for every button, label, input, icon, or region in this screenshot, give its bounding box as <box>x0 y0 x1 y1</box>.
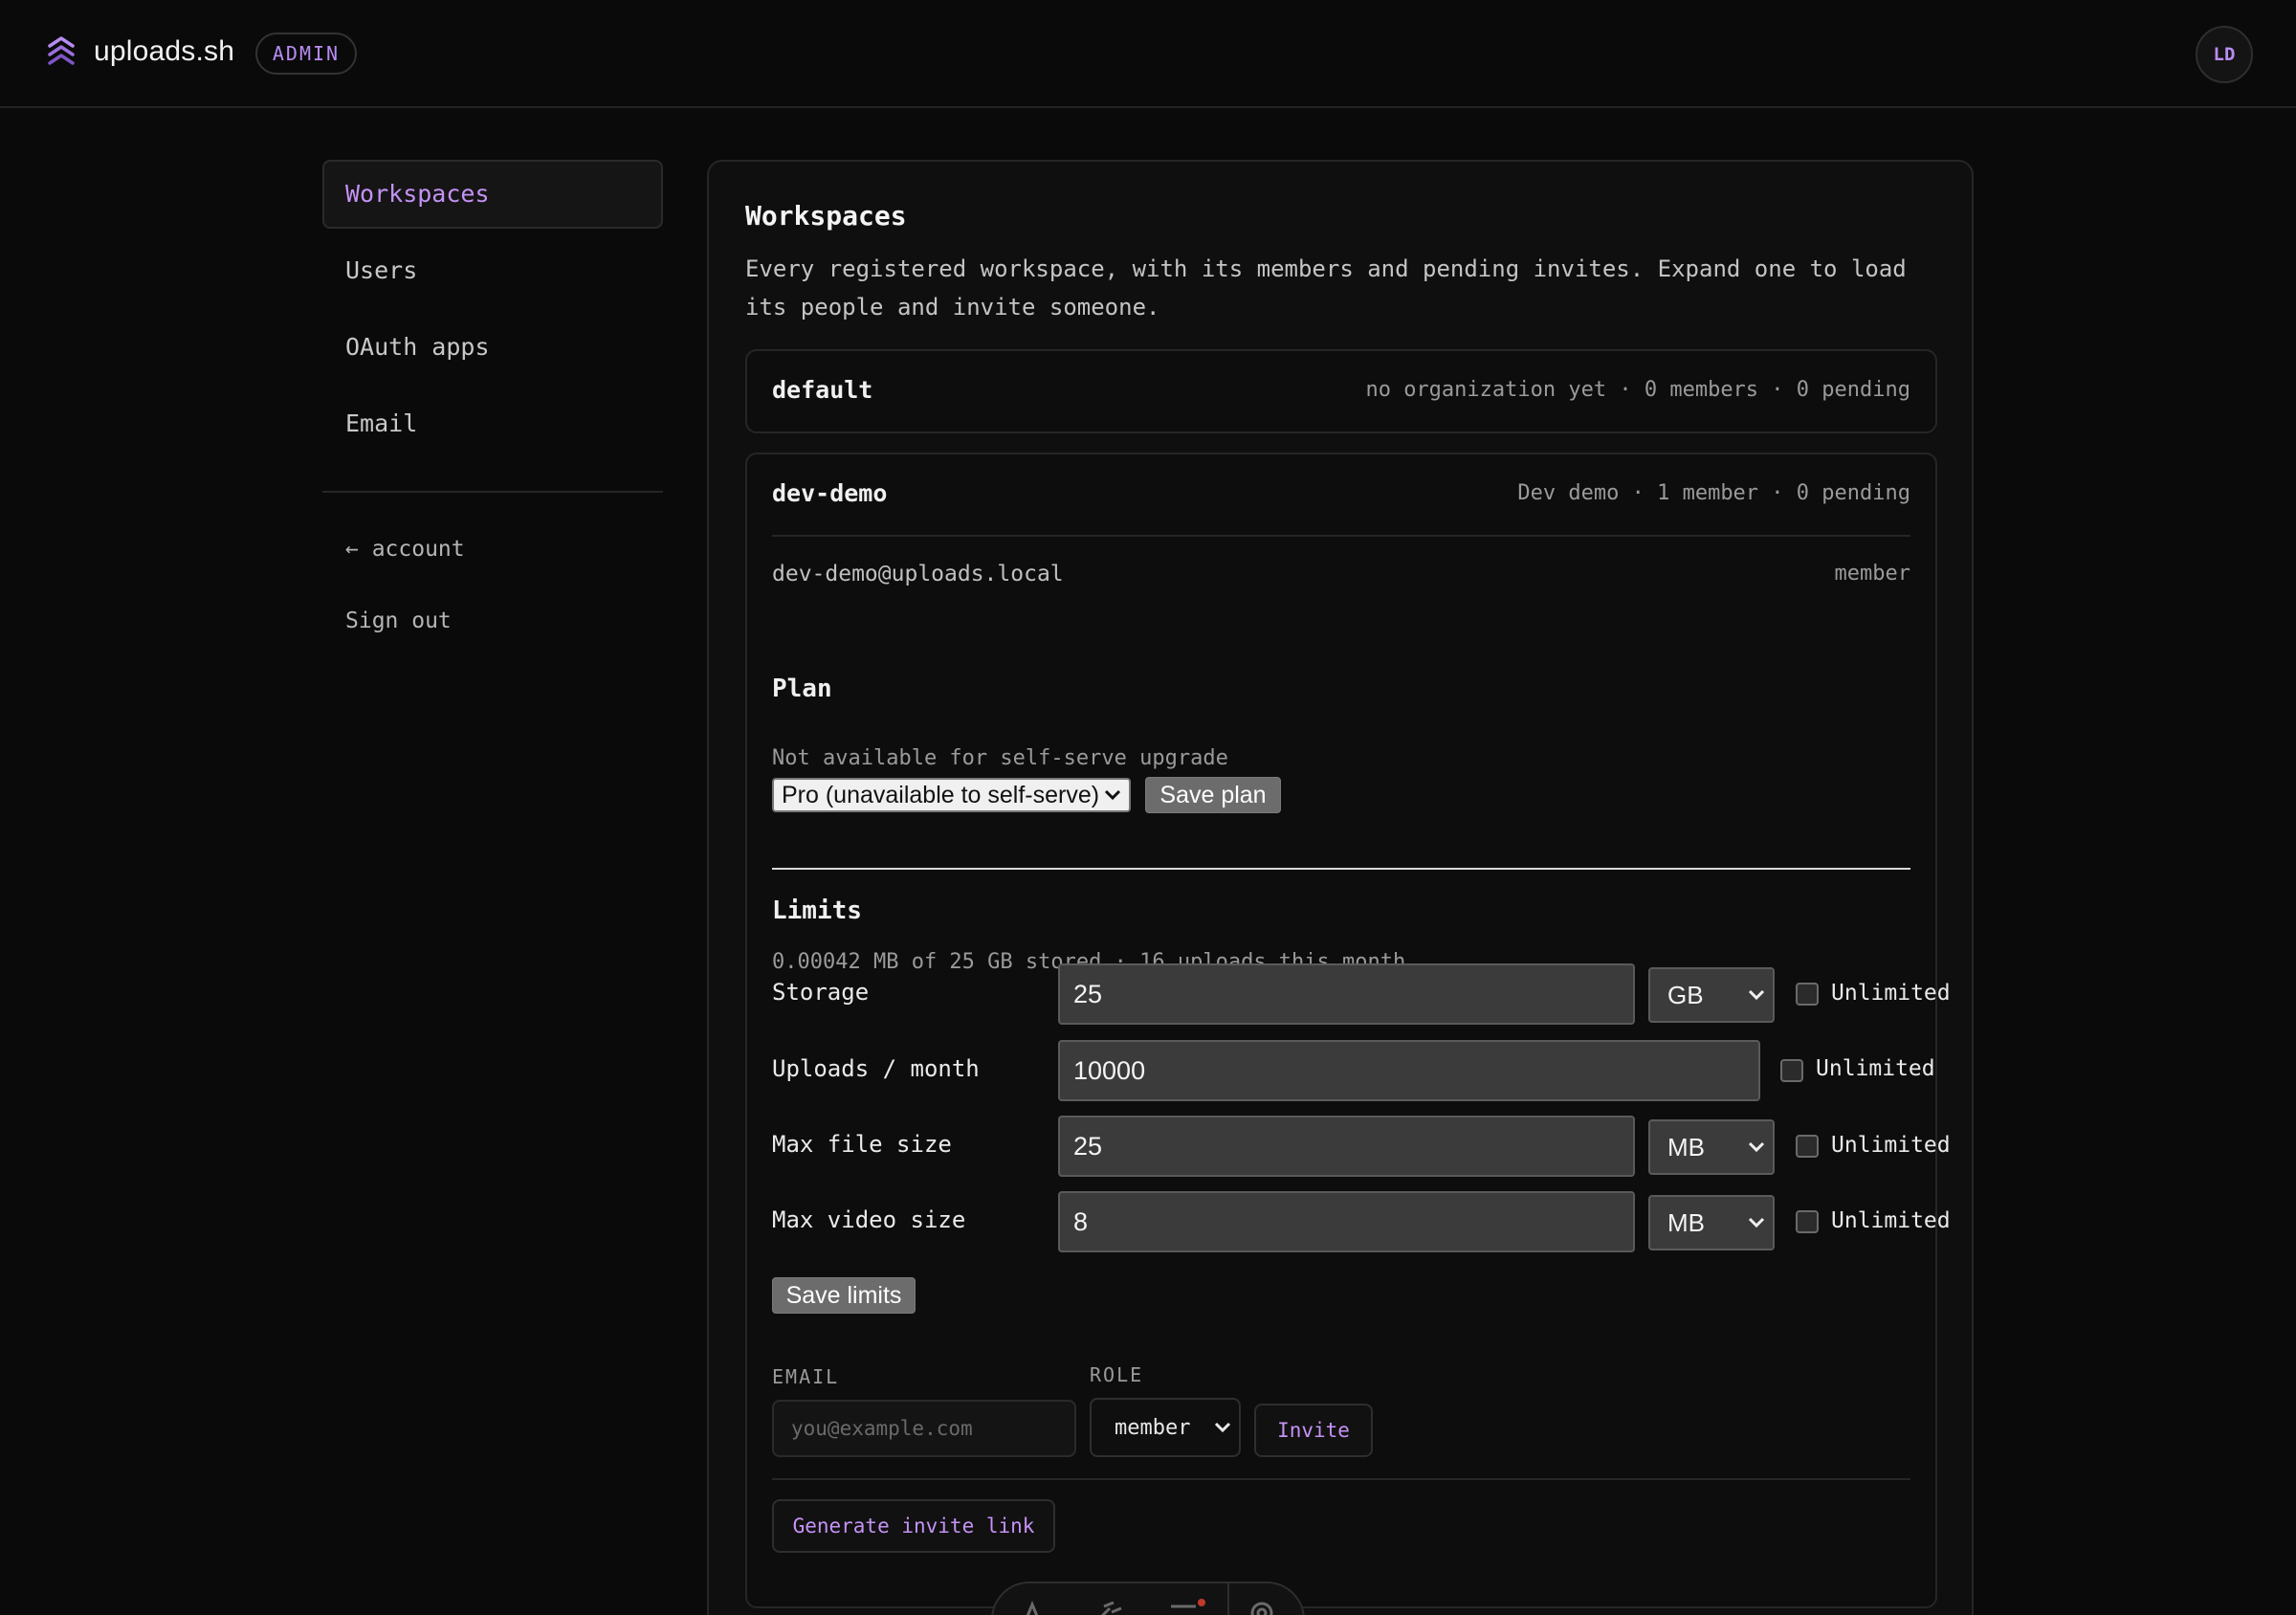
limit-label-uploads: Uploads / month <box>772 1055 980 1082</box>
text-tool-icon[interactable] <box>1018 1599 1047 1615</box>
sidebar-item-workspaces[interactable]: Workspaces <box>322 160 663 229</box>
sign-out-link[interactable]: Sign out <box>345 608 452 633</box>
max-file-size-unlimited-checkbox[interactable] <box>1796 1135 1819 1158</box>
workspace-meta: no organization yet · 0 members · 0 pend… <box>1365 378 1910 402</box>
sidebar-divider <box>322 491 663 493</box>
chevron-down-icon <box>1748 1217 1765 1228</box>
top-bar: uploads.sh ADMIN LD <box>0 0 2296 108</box>
invite-role-value: member <box>1115 1415 1191 1440</box>
generate-invite-link-button[interactable]: Generate invite link <box>772 1499 1055 1553</box>
sidebar-item-oauth-apps[interactable]: OAuth apps <box>322 313 663 382</box>
save-limits-button[interactable]: Save limits <box>772 1277 916 1314</box>
divider <box>772 1478 1910 1480</box>
max-file-size-unit-value: MB <box>1667 1132 1705 1161</box>
sidebar-item-users[interactable]: Users <box>322 236 663 305</box>
limit-label-storage: Storage <box>772 979 870 1006</box>
uploads-unlimited-checkbox[interactable] <box>1780 1059 1803 1082</box>
workspace-meta: Dev demo · 1 member · 0 pending <box>1517 481 1910 505</box>
settings-icon[interactable] <box>1246 1597 1278 1615</box>
divider <box>772 535 1910 537</box>
storage-input[interactable]: 25 <box>1058 963 1635 1025</box>
plan-select[interactable]: Pro (unavailable to self-serve) <box>772 778 1131 812</box>
workspace-card-dev-demo: dev-demo Dev demo · 1 member · 0 pending… <box>745 453 1951 1608</box>
limits-heading: Limits <box>772 896 862 925</box>
limit-label-max-video-size: Max video size <box>772 1206 966 1233</box>
member-role: member <box>1834 562 1910 586</box>
max-file-size-unit-select[interactable]: MB <box>1648 1119 1775 1175</box>
plan-heading: Plan <box>772 675 832 703</box>
brush-icon[interactable] <box>1093 1599 1125 1615</box>
admin-badge: ADMIN <box>255 33 357 75</box>
uploads-unlimited-label[interactable]: Unlimited <box>1816 1056 1935 1081</box>
page-description: Every registered workspace, with its mem… <box>745 255 1907 321</box>
workspace-card-default[interactable]: default no organization yet · 0 members … <box>745 349 1937 433</box>
invite-role-select[interactable]: member <box>1090 1398 1241 1457</box>
save-plan-button[interactable]: Save plan <box>1145 777 1281 813</box>
logo-icon[interactable] <box>42 34 80 73</box>
sidebar-item-email[interactable]: Email <box>322 389 663 458</box>
chevron-down-icon <box>1104 789 1121 801</box>
toolbar-separator <box>1227 1583 1229 1615</box>
max-video-size-input[interactable]: 8 <box>1058 1191 1635 1252</box>
storage-unlimited-checkbox[interactable] <box>1796 983 1819 1006</box>
chevron-down-icon <box>1214 1422 1231 1433</box>
back-to-account-link[interactable]: ← account <box>345 537 465 562</box>
workspace-name: default <box>772 376 873 404</box>
max-file-size-unlimited-label[interactable]: Unlimited <box>1831 1133 1951 1158</box>
storage-unit-select[interactable]: GB <box>1648 967 1775 1023</box>
member-email: dev-demo@uploads.local <box>772 562 1064 586</box>
workspace-name[interactable]: dev-demo <box>772 479 887 507</box>
role-caption: ROLE <box>1090 1363 1144 1386</box>
chevron-down-icon <box>1748 1141 1765 1153</box>
storage-unlimited-label[interactable]: Unlimited <box>1831 981 1951 1006</box>
plan-note: Not available for self-serve upgrade <box>772 746 1228 770</box>
chevron-down-icon <box>1748 989 1765 1001</box>
max-file-size-input[interactable]: 25 <box>1058 1116 1635 1177</box>
storage-unit-value: GB <box>1667 980 1704 1009</box>
menu-icon[interactable] <box>1169 1595 1207 1615</box>
sidebar: Workspaces Users OAuth apps Email ← acco… <box>322 160 663 633</box>
invite-button[interactable]: Invite <box>1254 1404 1373 1457</box>
limit-label-max-file-size: Max file size <box>772 1131 952 1158</box>
max-video-size-unlimited-label[interactable]: Unlimited <box>1831 1208 1951 1233</box>
workspaces-panel: Workspaces Every registered workspace, w… <box>707 160 1974 1615</box>
uploads-input[interactable]: 10000 <box>1058 1040 1760 1101</box>
divider <box>772 868 1910 870</box>
page-title: Workspaces <box>745 200 907 232</box>
plan-select-value: Pro (unavailable to self-serve) <box>782 781 1100 808</box>
avatar[interactable]: LD <box>2196 26 2253 83</box>
max-video-size-unit-select[interactable]: MB <box>1648 1195 1775 1250</box>
floating-toolbar <box>991 1582 1305 1615</box>
brand-name[interactable]: uploads.sh <box>94 35 234 68</box>
invite-email-input[interactable]: you@example.com <box>772 1400 1076 1457</box>
email-caption: EMAIL <box>772 1365 840 1388</box>
max-video-size-unit-value: MB <box>1667 1207 1705 1237</box>
max-video-size-unlimited-checkbox[interactable] <box>1796 1210 1819 1233</box>
